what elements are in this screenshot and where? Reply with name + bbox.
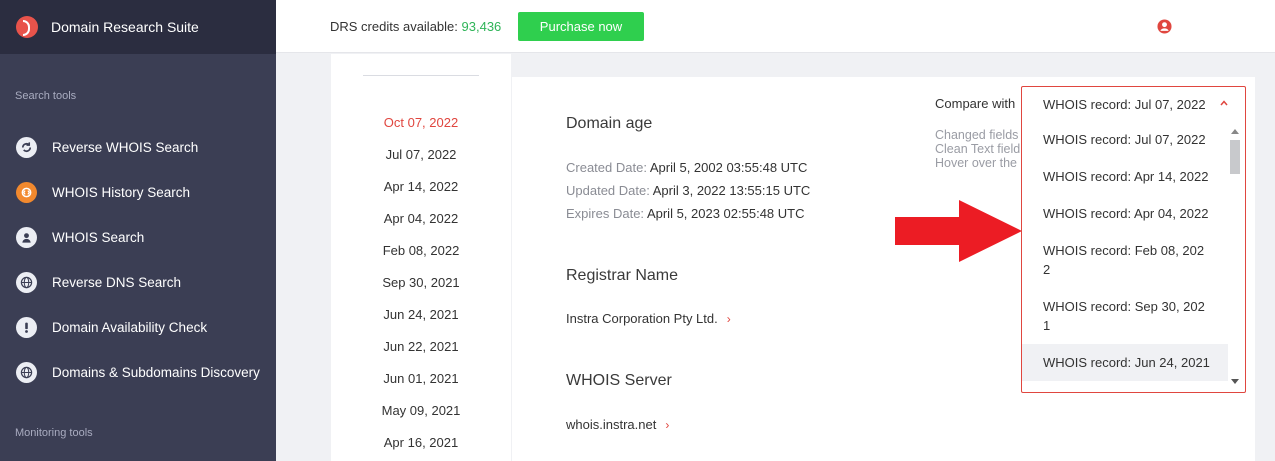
account-icon[interactable] [1157, 19, 1172, 34]
hint-clean-text: Clean Text field [935, 142, 1021, 156]
registrar-value: Instra Corporation Pty Ltd. [566, 311, 718, 326]
date-item[interactable]: Jun 24, 2021 [331, 307, 511, 322]
date-item[interactable]: Apr 16, 2021 [331, 435, 511, 450]
date-item[interactable]: Jul 07, 2022 [331, 147, 511, 162]
whois-server-title: WHOIS Server [566, 372, 672, 389]
sidebar-item-label: Reverse DNS Search [52, 274, 182, 290]
scrollbar-thumb[interactable] [1230, 140, 1240, 174]
history-icon [16, 181, 37, 203]
updated-value: April 3, 2022 13:55:15 UTC [652, 183, 811, 198]
date-item[interactable]: Jun 22, 2021 [331, 339, 511, 354]
sidebar-item-subdomains-discovery[interactable]: Domains & Subdomains Discovery [16, 359, 260, 385]
sidebar-item-label: WHOIS Search [52, 229, 145, 245]
topbar: DRS credits available: 93,436 Purchase n… [276, 0, 1275, 53]
chevron-right-icon: › [665, 417, 670, 432]
registrar-link[interactable]: Instra Corporation Pty Ltd. › [566, 311, 731, 326]
expires-date: Expires Date: April 5, 2023 02:55:48 UTC [566, 206, 805, 221]
date-item[interactable]: Oct 07, 2022 [331, 115, 511, 130]
whois-server-link[interactable]: whois.instra.net › [566, 417, 669, 432]
created-label: Created Date: [566, 160, 647, 175]
compare-option[interactable]: WHOIS record: Apr 04, 2022 [1022, 204, 1228, 223]
sidebar-item-label: Domain Availability Check [52, 319, 208, 335]
created-date: Created Date: April 5, 2002 03:55:48 UTC [566, 160, 807, 175]
chevron-up-icon [1220, 100, 1228, 106]
sidebar-item-label: Reverse WHOIS Search [52, 139, 199, 155]
scroll-up-icon[interactable] [1231, 129, 1239, 134]
registrar-title: Registrar Name [566, 267, 679, 284]
scroll-down-icon[interactable] [1231, 379, 1239, 384]
hint-changed-fields: Changed fields [935, 128, 1019, 142]
credits-label: DRS credits available: [330, 19, 458, 34]
purchase-button[interactable]: Purchase now [518, 12, 644, 41]
date-item[interactable]: Jun 01, 2021 [331, 371, 511, 386]
divider [363, 75, 479, 76]
sidebar-item-whois-history[interactable]: WHOIS History Search [16, 179, 190, 205]
credits-value: 93,436 [461, 19, 502, 34]
date-item[interactable]: Sep 30, 2021 [331, 275, 511, 290]
date-item[interactable]: Feb 08, 2022 [331, 243, 511, 258]
compare-option[interactable]: WHOIS record: Feb 08, 202 2 [1022, 241, 1228, 279]
domain-age-title: Domain age [566, 115, 653, 132]
dropdown-scrollbar[interactable] [1228, 124, 1242, 390]
exclamation-icon [16, 316, 37, 338]
date-item[interactable]: Apr 14, 2022 [331, 179, 511, 194]
search-tools-label: Search tools [15, 90, 77, 102]
whois-server-value: whois.instra.net [566, 417, 657, 432]
sidebar-item-label: WHOIS History Search [52, 184, 191, 200]
reverse-whois-icon [16, 136, 37, 158]
globe-icon [16, 361, 37, 383]
sidebar-item-domain-availability[interactable]: Domain Availability Check [16, 314, 207, 340]
sidebar-item-reverse-dns[interactable]: Reverse DNS Search [16, 269, 181, 295]
app-title: Domain Research Suite [51, 19, 199, 35]
globe-icon [16, 271, 37, 293]
compare-option[interactable]: WHOIS record: Jun 24, 2021 [1022, 344, 1228, 381]
updated-label: Updated Date: [566, 183, 650, 198]
compare-option[interactable]: WHOIS record: Apr 14, 2022 [1022, 167, 1228, 186]
credits-text: DRS credits available: 93,436 [330, 19, 501, 34]
date-item[interactable]: May 09, 2021 [331, 403, 511, 418]
monitoring-tools-label: Monitoring tools [15, 427, 93, 439]
compare-label: Compare with [935, 96, 1016, 111]
user-icon [16, 226, 37, 248]
created-value: April 5, 2002 03:55:48 UTC [649, 160, 808, 175]
logo-icon [16, 16, 38, 38]
hint-hover: Hover over the [935, 156, 1017, 170]
expires-label: Expires Date: [566, 206, 645, 221]
sidebar-item-label: Domains & Subdomains Discovery [52, 364, 260, 380]
chevron-right-icon: › [726, 311, 731, 326]
compare-option[interactable]: WHOIS record: Sep 30, 202 1 [1022, 297, 1228, 335]
sidebar-item-whois-search[interactable]: WHOIS Search [16, 224, 144, 250]
compare-selected-value: WHOIS record: Jul 07, 2022 [1043, 97, 1206, 112]
sidebar-item-reverse-whois[interactable]: Reverse WHOIS Search [16, 134, 198, 160]
compare-option[interactable]: WHOIS record: Jul 07, 2022 [1022, 130, 1228, 149]
sidebar: Domain Research Suite Search tools Rever… [0, 0, 276, 461]
brand-bar[interactable]: Domain Research Suite [0, 0, 276, 54]
red-arrow-icon [895, 200, 1022, 262]
compare-select[interactable]: WHOIS record: Jul 07, 2022 [1022, 87, 1245, 122]
updated-date: Updated Date: April 3, 2022 13:55:15 UTC [566, 183, 810, 198]
history-date-list: Oct 07, 2022 Jul 07, 2022 Apr 14, 2022 A… [331, 54, 511, 461]
date-item[interactable]: Apr 04, 2022 [331, 211, 511, 226]
expires-value: April 5, 2023 02:55:48 UTC [646, 206, 805, 221]
compare-dropdown[interactable]: WHOIS record: Jul 07, 2022 WHOIS record:… [1021, 86, 1246, 393]
